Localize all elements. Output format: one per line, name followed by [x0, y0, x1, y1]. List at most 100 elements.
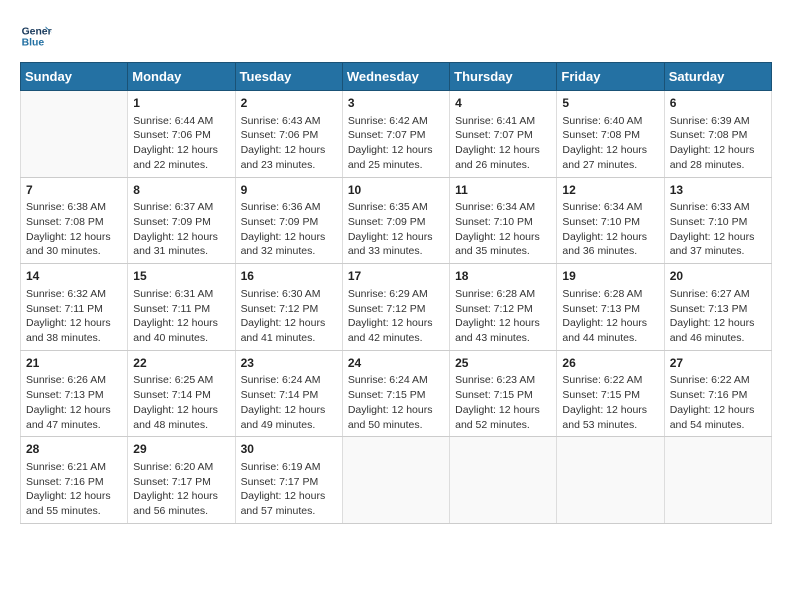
calendar-cell: 9Sunrise: 6:36 AM Sunset: 7:09 PM Daylig…	[235, 177, 342, 264]
calendar-cell	[342, 437, 449, 524]
day-number: 30	[241, 441, 337, 458]
day-number: 23	[241, 355, 337, 372]
cell-content: Sunrise: 6:30 AM Sunset: 7:12 PM Dayligh…	[241, 287, 337, 346]
day-number: 27	[670, 355, 766, 372]
calendar-cell: 1 Sunrise: 6:44 AM Sunset: 7:06 PM Daylig…	[128, 91, 235, 178]
calendar-cell: 27Sunrise: 6:22 AM Sunset: 7:16 PM Dayli…	[664, 350, 771, 437]
day-header-monday: Monday	[128, 63, 235, 91]
day-number: 12	[562, 182, 658, 199]
calendar-cell	[450, 437, 557, 524]
calendar-cell: 28 Sunrise: 6:21 AM Sunset: 7:16 PM Dayli…	[21, 437, 128, 524]
cell-content: Sunrise: 6:29 AM Sunset: 7:12 PM Dayligh…	[348, 287, 444, 346]
day-number: 8	[133, 182, 229, 199]
cell-content: Sunrise: 6:41 AM Sunset: 7:07 PM Dayligh…	[455, 114, 551, 173]
day-header-tuesday: Tuesday	[235, 63, 342, 91]
calendar-cell: 30Sunrise: 6:19 AM Sunset: 7:17 PM Dayli…	[235, 437, 342, 524]
logo: General Blue	[20, 20, 52, 52]
cell-content: Sunrise: 6:24 AM Sunset: 7:15 PM Dayligh…	[348, 373, 444, 432]
cell-content: Sunrise: 6:28 AM Sunset: 7:13 PM Dayligh…	[562, 287, 658, 346]
calendar-cell: 12Sunrise: 6:34 AM Sunset: 7:10 PM Dayli…	[557, 177, 664, 264]
day-header-friday: Friday	[557, 63, 664, 91]
calendar-cell: 24Sunrise: 6:24 AM Sunset: 7:15 PM Dayli…	[342, 350, 449, 437]
cell-content: Sunrise: 6:35 AM Sunset: 7:09 PM Dayligh…	[348, 200, 444, 259]
cell-content: Sunrise: 6:38 AM Sunset: 7:08 PM Dayligh…	[26, 200, 122, 259]
calendar-cell: 21Sunrise: 6:26 AM Sunset: 7:13 PM Dayli…	[21, 350, 128, 437]
calendar-cell: 7Sunrise: 6:38 AM Sunset: 7:08 PM Daylig…	[21, 177, 128, 264]
calendar-cell: 8Sunrise: 6:37 AM Sunset: 7:09 PM Daylig…	[128, 177, 235, 264]
calendar-cell: 3 Sunrise: 6:42 AM Sunset: 7:07 PM Daylig…	[342, 91, 449, 178]
calendar-cell: 6 Sunrise: 6:39 AM Sunset: 7:08 PM Daylig…	[664, 91, 771, 178]
calendar-cell	[21, 91, 128, 178]
day-number: 29	[133, 441, 229, 458]
day-number: 3	[348, 95, 444, 112]
calendar-cell: 2Sunrise: 6:43 AM Sunset: 7:06 PM Daylig…	[235, 91, 342, 178]
cell-content: Sunrise: 6:22 AM Sunset: 7:15 PM Dayligh…	[562, 373, 658, 432]
calendar-week-row: 14 Sunrise: 6:32 AM Sunset: 7:11 PM Dayli…	[21, 264, 772, 351]
day-number: 16	[241, 268, 337, 285]
cell-content: Sunrise: 6:23 AM Sunset: 7:15 PM Dayligh…	[455, 373, 551, 432]
day-header-saturday: Saturday	[664, 63, 771, 91]
cell-content: Sunrise: 6:22 AM Sunset: 7:16 PM Dayligh…	[670, 373, 766, 432]
day-number: 14	[26, 268, 122, 285]
calendar-cell: 29 Sunrise: 6:20 AM Sunset: 7:17 PM Dayli…	[128, 437, 235, 524]
calendar-cell: 14 Sunrise: 6:32 AM Sunset: 7:11 PM Dayli…	[21, 264, 128, 351]
day-number: 5	[562, 95, 658, 112]
day-number: 21	[26, 355, 122, 372]
cell-content: Sunrise: 6:33 AM Sunset: 7:10 PM Dayligh…	[670, 200, 766, 259]
logo-icon: General Blue	[20, 20, 52, 52]
day-number: 20	[670, 268, 766, 285]
day-number: 1	[133, 95, 229, 112]
cell-content: Sunrise: 6:24 AM Sunset: 7:14 PM Dayligh…	[241, 373, 337, 432]
cell-content: Sunrise: 6:27 AM Sunset: 7:13 PM Dayligh…	[670, 287, 766, 346]
day-number: 15	[133, 268, 229, 285]
calendar-cell: 20 Sunrise: 6:27 AM Sunset: 7:13 PM Dayli…	[664, 264, 771, 351]
calendar-table: SundayMondayTuesdayWednesdayThursdayFrid…	[20, 62, 772, 524]
calendar-cell: 11Sunrise: 6:34 AM Sunset: 7:10 PM Dayli…	[450, 177, 557, 264]
day-number: 26	[562, 355, 658, 372]
day-number: 7	[26, 182, 122, 199]
day-number: 18	[455, 268, 551, 285]
calendar-week-row: 28 Sunrise: 6:21 AM Sunset: 7:16 PM Dayli…	[21, 437, 772, 524]
calendar-week-row: 1 Sunrise: 6:44 AM Sunset: 7:06 PM Daylig…	[21, 91, 772, 178]
cell-content: Sunrise: 6:43 AM Sunset: 7:06 PM Dayligh…	[241, 114, 337, 173]
calendar-cell: 16 Sunrise: 6:30 AM Sunset: 7:12 PM Dayli…	[235, 264, 342, 351]
day-header-thursday: Thursday	[450, 63, 557, 91]
cell-content: Sunrise: 6:26 AM Sunset: 7:13 PM Dayligh…	[26, 373, 122, 432]
calendar-cell: 19Sunrise: 6:28 AM Sunset: 7:13 PM Dayli…	[557, 264, 664, 351]
cell-content: Sunrise: 6:42 AM Sunset: 7:07 PM Dayligh…	[348, 114, 444, 173]
day-header-sunday: Sunday	[21, 63, 128, 91]
cell-content: Sunrise: 6:34 AM Sunset: 7:10 PM Dayligh…	[562, 200, 658, 259]
day-number: 6	[670, 95, 766, 112]
calendar-cell	[557, 437, 664, 524]
day-number: 9	[241, 182, 337, 199]
calendar-cell: 23Sunrise: 6:24 AM Sunset: 7:14 PM Dayli…	[235, 350, 342, 437]
calendar-cell: 17Sunrise: 6:29 AM Sunset: 7:12 PM Dayli…	[342, 264, 449, 351]
svg-text:General: General	[22, 26, 52, 37]
calendar-cell: 10Sunrise: 6:35 AM Sunset: 7:09 PM Dayli…	[342, 177, 449, 264]
calendar-cell: 5Sunrise: 6:40 AM Sunset: 7:08 PM Daylig…	[557, 91, 664, 178]
calendar-cell: 26Sunrise: 6:22 AM Sunset: 7:15 PM Dayli…	[557, 350, 664, 437]
cell-content: Sunrise: 6:32 AM Sunset: 7:11 PM Dayligh…	[26, 287, 122, 346]
page-header: General Blue	[20, 20, 772, 52]
cell-content: Sunrise: 6:21 AM Sunset: 7:16 PM Dayligh…	[26, 460, 122, 519]
cell-content: Sunrise: 6:28 AM Sunset: 7:12 PM Dayligh…	[455, 287, 551, 346]
day-number: 24	[348, 355, 444, 372]
calendar-cell	[664, 437, 771, 524]
cell-content: Sunrise: 6:44 AM Sunset: 7:06 PM Dayligh…	[133, 114, 229, 173]
calendar-cell: 13Sunrise: 6:33 AM Sunset: 7:10 PM Dayli…	[664, 177, 771, 264]
day-number: 28	[26, 441, 122, 458]
day-header-wednesday: Wednesday	[342, 63, 449, 91]
calendar-cell: 4 Sunrise: 6:41 AM Sunset: 7:07 PM Daylig…	[450, 91, 557, 178]
day-number: 10	[348, 182, 444, 199]
day-number: 4	[455, 95, 551, 112]
cell-content: Sunrise: 6:20 AM Sunset: 7:17 PM Dayligh…	[133, 460, 229, 519]
cell-content: Sunrise: 6:36 AM Sunset: 7:09 PM Dayligh…	[241, 200, 337, 259]
cell-content: Sunrise: 6:39 AM Sunset: 7:08 PM Dayligh…	[670, 114, 766, 173]
cell-content: Sunrise: 6:34 AM Sunset: 7:10 PM Dayligh…	[455, 200, 551, 259]
day-number: 25	[455, 355, 551, 372]
svg-text:Blue: Blue	[22, 38, 45, 49]
calendar-header-row: SundayMondayTuesdayWednesdayThursdayFrid…	[21, 63, 772, 91]
calendar-week-row: 21Sunrise: 6:26 AM Sunset: 7:13 PM Dayli…	[21, 350, 772, 437]
calendar-cell: 18 Sunrise: 6:28 AM Sunset: 7:12 PM Dayli…	[450, 264, 557, 351]
calendar-week-row: 7Sunrise: 6:38 AM Sunset: 7:08 PM Daylig…	[21, 177, 772, 264]
